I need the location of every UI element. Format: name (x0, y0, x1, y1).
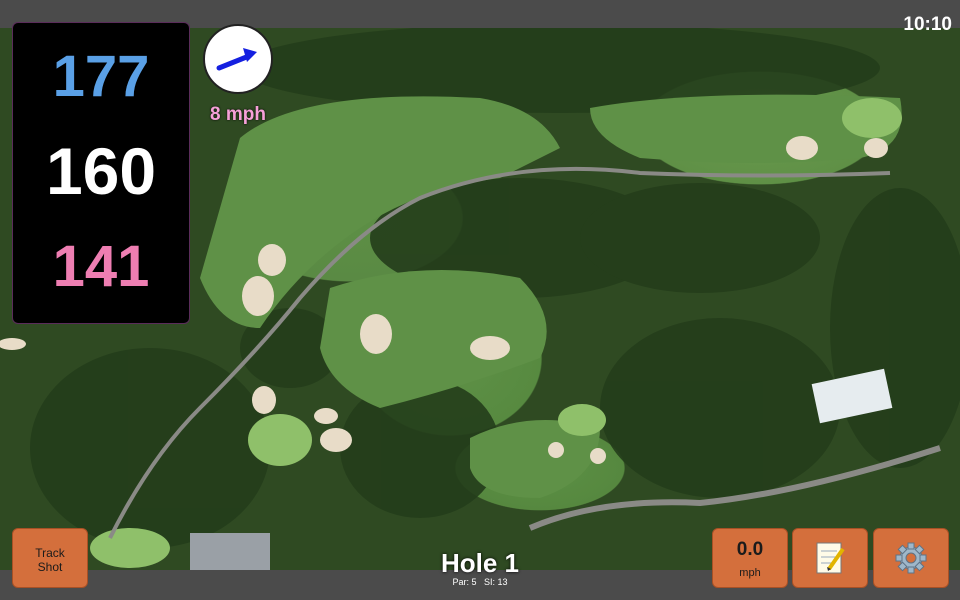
wind-speed: 8 mph (210, 104, 266, 125)
speed-unit: mph (739, 567, 761, 579)
notepad-icon (816, 542, 845, 574)
track-shot-button[interactable]: Track Shot (12, 528, 88, 588)
wind-indicator (203, 24, 273, 94)
middle-yardage: 160 (45, 134, 157, 208)
settings-button[interactable] (873, 528, 949, 588)
hole-par: Par: 5 (452, 577, 477, 587)
back-yardage: 177 (52, 44, 150, 109)
speed-value: 0.0 (736, 539, 764, 560)
wind-arrow-icon (216, 48, 257, 71)
notes-button[interactable] (792, 528, 868, 588)
front-yardage: 141 (52, 234, 150, 299)
clock: 10:10 (903, 14, 952, 35)
speed-button[interactable]: 0.0 mph (712, 528, 788, 588)
yardage-panel: 177 160 141 (12, 22, 190, 324)
hole-meta: Par: 5 SI: 13 (380, 577, 580, 587)
gear-icon (895, 542, 927, 574)
hole-title: Hole 1 (440, 548, 520, 578)
hole-stroke-index: SI: 13 (484, 577, 508, 587)
track-shot-label: Track Shot (35, 546, 65, 574)
